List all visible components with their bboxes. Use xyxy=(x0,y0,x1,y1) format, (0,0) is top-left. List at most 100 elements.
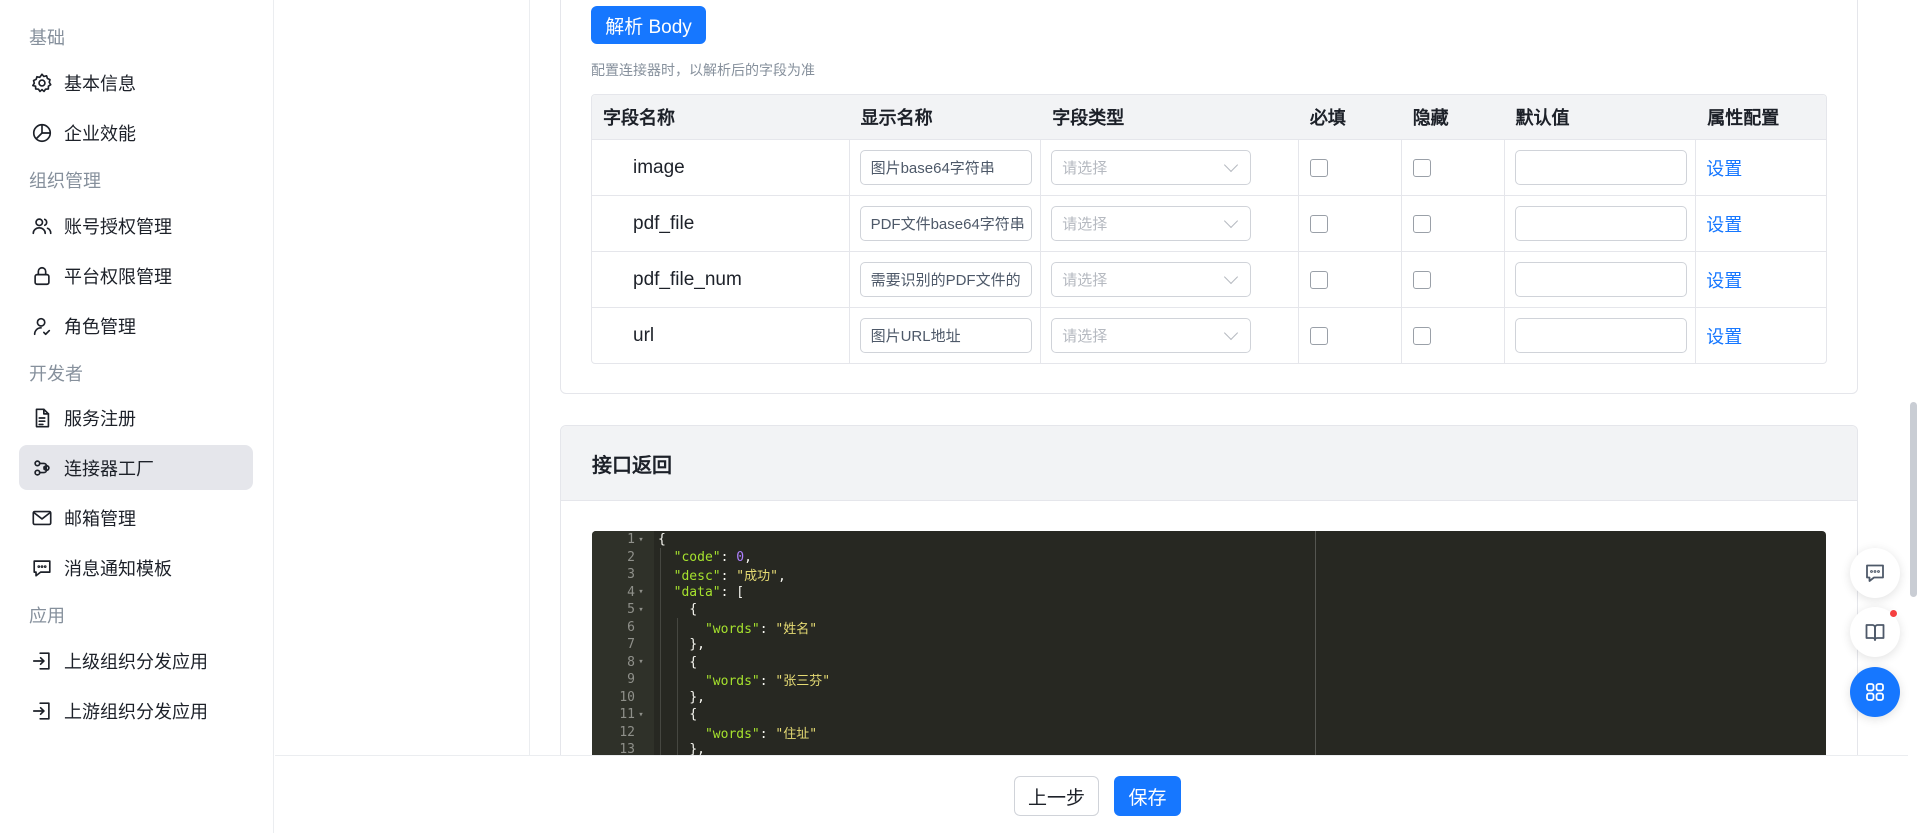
table-row: pdf_file_num 需要识别的PDF文件的 请选择 设置 xyxy=(592,251,1826,307)
connector-icon xyxy=(30,456,54,480)
display-name-input[interactable]: 图片URL地址 xyxy=(859,318,1032,353)
display-name-input[interactable]: 需要识别的PDF文件的 xyxy=(859,262,1032,297)
code-line: 5 ▾ { xyxy=(592,601,1826,619)
sidebar-item-label: 平台权限管理 xyxy=(64,266,172,287)
sidebar-item-platform-perm[interactable]: 平台权限管理 xyxy=(19,253,253,298)
parse-body-button[interactable]: 解析 Body xyxy=(591,6,706,44)
code-line: 2 "code": 0, xyxy=(592,549,1826,567)
select-placeholder: 请选择 xyxy=(1062,328,1108,345)
chat-icon xyxy=(1863,561,1887,585)
sidebar-item-account-auth[interactable]: 账号授权管理 xyxy=(19,203,253,248)
sidebar: 基础 基本信息 企业效能 组织管理 账号授权管理 平台权限管理 角色管理 开发者… xyxy=(0,0,274,833)
display-name-input[interactable]: 图片base64字符串 xyxy=(859,150,1032,185)
chat-button[interactable] xyxy=(1850,548,1900,598)
content-divider xyxy=(529,0,530,755)
default-value-input[interactable] xyxy=(1514,262,1687,297)
line-number: 7 xyxy=(627,637,635,653)
config-link[interactable]: 设置 xyxy=(1706,155,1742,181)
col-required: 必填 xyxy=(1309,108,1346,128)
field-type-select[interactable]: 请选择 xyxy=(1051,318,1252,353)
sidebar-item-basic-info[interactable]: 基本信息 xyxy=(19,60,253,105)
line-number: 2 xyxy=(627,549,635,565)
group-title-basic: 基础 xyxy=(29,28,65,48)
code-line: 9 "words": "张三芬" xyxy=(592,671,1826,689)
response-title: 接口返回 xyxy=(561,426,1857,501)
required-checkbox[interactable] xyxy=(1309,214,1328,233)
sidebar-item-label: 基本信息 xyxy=(64,73,136,94)
field-name: pdf_file xyxy=(633,212,695,234)
col-hidden: 隐藏 xyxy=(1412,108,1449,128)
json-value: "成功" xyxy=(736,569,778,585)
json-key: "code" xyxy=(673,549,721,565)
sidebar-item-label: 上级组织分发应用 xyxy=(64,651,208,672)
config-link[interactable]: 设置 xyxy=(1706,211,1742,237)
sidebar-item-roles[interactable]: 角色管理 xyxy=(19,303,253,348)
hidden-checkbox[interactable] xyxy=(1412,158,1431,177)
select-placeholder: 请选择 xyxy=(1062,272,1108,289)
docs-button[interactable] xyxy=(1850,607,1900,657)
sidebar-item-label: 连接器工厂 xyxy=(64,458,154,479)
col-default: 默认值 xyxy=(1515,108,1570,128)
pie-chart-icon xyxy=(30,121,54,145)
code-line: 10 }, xyxy=(592,689,1826,707)
sidebar-item-label: 角色管理 xyxy=(64,316,136,337)
mail-icon xyxy=(30,506,54,530)
sidebar-item-label: 账号授权管理 xyxy=(64,216,172,237)
default-value-input[interactable] xyxy=(1514,206,1687,241)
json-value: "住址" xyxy=(775,726,818,742)
code-line: 4 ▾ "data": [ xyxy=(592,584,1826,602)
table-row: url 图片URL地址 请选择 设置 xyxy=(592,307,1826,363)
sidebar-item-mailbox[interactable]: 邮箱管理 xyxy=(19,495,253,540)
enter-icon xyxy=(30,699,54,723)
hidden-checkbox[interactable] xyxy=(1412,214,1431,233)
required-checkbox[interactable] xyxy=(1309,326,1328,345)
config-link[interactable]: 设置 xyxy=(1706,323,1742,349)
code-line: 1 ▾{ xyxy=(592,531,1826,549)
sidebar-item-connector-factory[interactable]: 连接器工厂 xyxy=(19,445,253,490)
code-line: 8 ▾ { xyxy=(592,654,1826,672)
json-value: "姓名" xyxy=(775,621,818,637)
required-checkbox[interactable] xyxy=(1309,270,1328,289)
field-name: url xyxy=(633,324,655,346)
chevron-down-icon xyxy=(1224,157,1239,172)
fold-icon[interactable]: ▾ xyxy=(635,657,647,667)
fields-table: 字段名称 显示名称 字段类型 必填 隐藏 默认值 属性配置 image 图片ba… xyxy=(591,94,1827,364)
default-value-input[interactable] xyxy=(1514,150,1687,185)
chevron-down-icon xyxy=(1224,213,1239,228)
default-value-input[interactable] xyxy=(1514,318,1687,353)
col-field-type: 字段类型 xyxy=(1052,108,1125,128)
line-number: 13 xyxy=(619,742,635,755)
fold-icon[interactable]: ▾ xyxy=(635,710,647,720)
field-type-select[interactable]: 请选择 xyxy=(1051,206,1252,241)
code-editor[interactable]: 1 ▾{ 2 "code": 0, 3 "desc": "成功", 4 ▾ "dat… xyxy=(592,531,1826,755)
line-number: 10 xyxy=(619,689,635,705)
group-title-org: 组织管理 xyxy=(29,171,101,191)
chevron-down-icon xyxy=(1224,269,1239,284)
hidden-checkbox[interactable] xyxy=(1412,270,1431,289)
sidebar-item-service-register[interactable]: 服务注册 xyxy=(19,395,253,440)
required-checkbox[interactable] xyxy=(1309,158,1328,177)
line-number: 4 xyxy=(627,584,635,600)
field-type-select[interactable]: 请选择 xyxy=(1051,262,1252,297)
fold-icon[interactable]: ▾ xyxy=(635,535,647,545)
save-button[interactable]: 保存 xyxy=(1114,776,1181,816)
sidebar-item-label: 邮箱管理 xyxy=(64,508,136,529)
prev-step-button[interactable]: 上一步 xyxy=(1014,776,1099,816)
field-type-select[interactable]: 请选择 xyxy=(1051,150,1252,185)
sidebar-item-msg-template[interactable]: 消息通知模板 xyxy=(19,545,253,590)
sidebar-item-efficiency[interactable]: 企业效能 xyxy=(19,110,253,155)
fold-icon[interactable]: ▾ xyxy=(635,605,647,615)
apps-button[interactable] xyxy=(1850,667,1900,717)
hidden-checkbox[interactable] xyxy=(1412,326,1431,345)
json-key: "data" xyxy=(673,584,721,600)
code-line: 11 ▾ { xyxy=(592,706,1826,724)
sidebar-item-upper-org-apps[interactable]: 上级组织分发应用 xyxy=(19,638,253,683)
scrollbar-thumb[interactable] xyxy=(1910,402,1917,597)
line-number: 8 xyxy=(627,654,635,670)
config-link[interactable]: 设置 xyxy=(1706,267,1742,293)
display-name-input[interactable]: PDF文件base64字符串 xyxy=(859,206,1032,241)
field-name: image xyxy=(633,156,685,178)
sidebar-item-upstream-org-apps[interactable]: 上游组织分发应用 xyxy=(19,688,253,733)
fold-icon[interactable]: ▾ xyxy=(635,587,647,597)
select-placeholder: 请选择 xyxy=(1062,160,1108,177)
